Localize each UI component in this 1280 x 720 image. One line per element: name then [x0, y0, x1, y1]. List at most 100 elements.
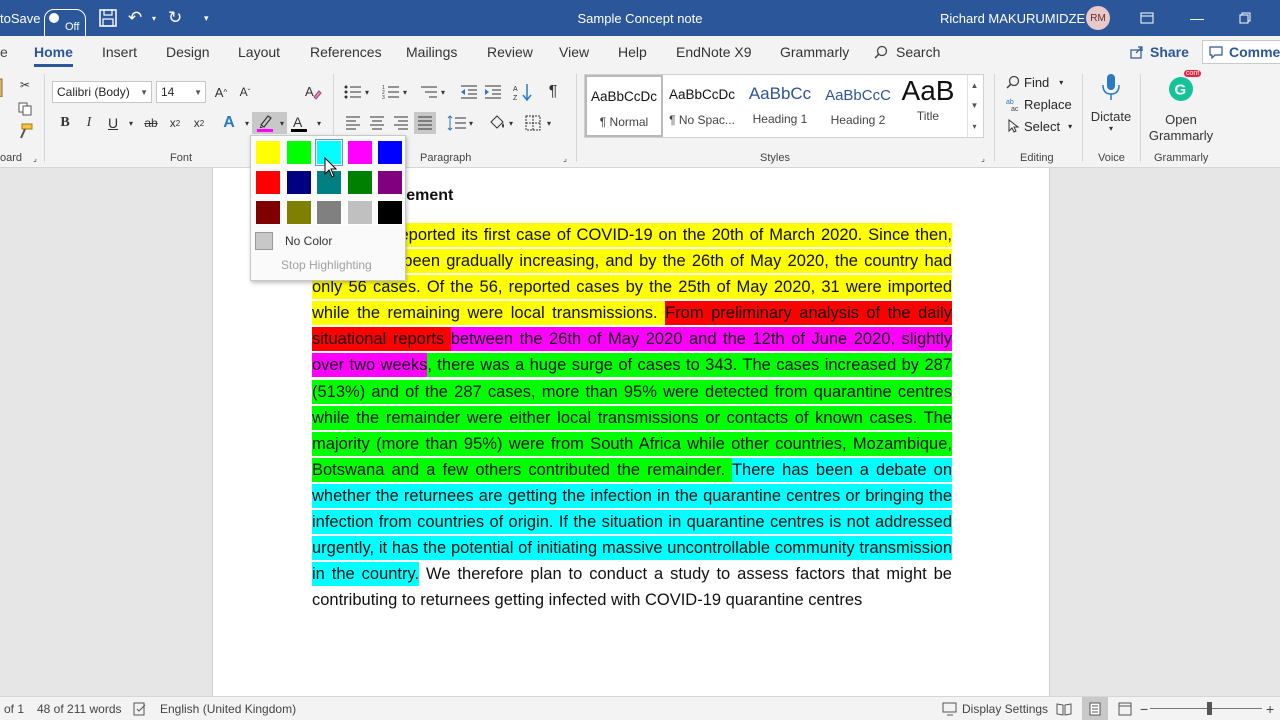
save-icon[interactable] — [98, 0, 118, 36]
select-button[interactable]: Select ▾ — [1006, 116, 1072, 136]
highlight-swatch[interactable] — [285, 170, 312, 195]
decrease-indent-icon[interactable] — [458, 81, 480, 103]
comments-button[interactable]: Commen — [1202, 40, 1280, 64]
zoom-out-icon[interactable]: − — [1140, 697, 1148, 720]
ribbon-display-icon[interactable] — [1132, 0, 1162, 36]
redo-icon[interactable]: ↻ — [168, 0, 182, 36]
increase-indent-icon[interactable] — [482, 81, 504, 103]
bold-icon[interactable]: B — [54, 112, 76, 134]
style-heading-1[interactable]: AaBbCc Heading 1 — [741, 75, 819, 137]
highlight-swatch[interactable] — [285, 140, 312, 165]
tab-endnote[interactable]: EndNote X9 — [676, 36, 752, 68]
tab-file[interactable]: e — [0, 36, 8, 68]
paragraph-launcher-icon[interactable]: ⌟ — [560, 152, 570, 164]
read-mode-icon[interactable] — [1056, 697, 1072, 720]
tab-help[interactable]: Help — [618, 36, 647, 68]
avatar[interactable]: RM — [1086, 6, 1110, 30]
tab-references[interactable]: References — [310, 36, 382, 68]
body-paragraph[interactable]: Zimbabwe reported its first case of COVI… — [312, 222, 953, 613]
font-size-combo[interactable]: 14 ▼ — [156, 81, 206, 103]
font-name-combo[interactable]: Calibri (Body) ▼ — [52, 81, 152, 103]
paste-icon[interactable] — [0, 76, 6, 98]
style-normal[interactable]: AaBbCcDc ¶ Normal — [585, 75, 663, 137]
numbering-icon[interactable]: 123 — [380, 81, 402, 103]
multilevel-list-icon[interactable] — [418, 81, 440, 103]
undo-dropdown-icon[interactable]: ▾ — [152, 0, 156, 36]
tab-home[interactable]: Home — [34, 36, 73, 68]
align-center-icon[interactable] — [366, 112, 388, 134]
shading-icon[interactable] — [486, 112, 508, 134]
tab-design[interactable]: Design — [166, 36, 210, 68]
highlight-swatch[interactable] — [377, 200, 403, 225]
shading-dropdown-icon[interactable]: ▾ — [506, 112, 516, 134]
superscript-icon[interactable]: x2 — [188, 112, 210, 134]
word-count[interactable]: 48 of 211 words — [37, 697, 122, 720]
customize-qat-icon[interactable]: ▾ — [204, 0, 209, 36]
tab-mailings[interactable]: Mailings — [406, 36, 457, 68]
zoom-in-icon[interactable]: + — [1266, 697, 1274, 720]
tab-grammarly[interactable]: Grammarly — [780, 36, 849, 68]
minimize-icon[interactable]: — — [1182, 0, 1212, 36]
highlight-swatch[interactable] — [285, 200, 312, 225]
tab-view[interactable]: View — [559, 36, 589, 68]
bullets-dropdown-icon[interactable]: ▾ — [362, 81, 372, 103]
language-indicator[interactable]: English (United Kingdom) — [160, 697, 296, 720]
highlight-swatch[interactable] — [346, 140, 373, 165]
proofing-icon[interactable] — [133, 697, 147, 720]
highlight-dropdown-icon[interactable]: ▾ — [277, 112, 287, 134]
share-button[interactable]: Share — [1122, 40, 1197, 64]
highlight-swatch[interactable] — [377, 140, 403, 165]
strikethrough-icon[interactable]: ab — [140, 112, 162, 134]
zoom-slider-thumb[interactable] — [1207, 702, 1212, 715]
styles-launcher-icon[interactable]: ⌟ — [978, 152, 988, 164]
grow-font-icon[interactable]: A ^ — [210, 81, 232, 103]
highlight-swatch[interactable] — [255, 140, 281, 165]
numbering-dropdown-icon[interactable]: ▾ — [400, 81, 410, 103]
undo-icon[interactable]: ↶ — [128, 0, 142, 36]
print-layout-icon[interactable] — [1082, 697, 1108, 720]
borders-dropdown-icon[interactable]: ▾ — [544, 112, 554, 134]
user-name[interactable]: Richard MAKURUMIDZE — [940, 0, 1085, 36]
highlight-swatch[interactable] — [316, 200, 342, 225]
justify-icon[interactable] — [414, 112, 436, 134]
tab-review[interactable]: Review — [487, 36, 533, 68]
cut-icon[interactable]: ✂ — [14, 74, 36, 96]
web-layout-icon[interactable] — [1118, 697, 1132, 720]
sort-icon[interactable]: AZ — [512, 81, 534, 103]
copy-icon[interactable] — [14, 98, 36, 120]
clipboard-launcher-icon[interactable]: ⌟ — [30, 152, 40, 164]
dictate-button[interactable]: Dictate ▾ — [1088, 72, 1134, 133]
subscript-icon[interactable]: x2 — [164, 112, 186, 134]
style-heading-2[interactable]: AaBbCcC Heading 2 — [819, 75, 897, 137]
page-count[interactable]: of 1 — [4, 697, 24, 720]
highlight-icon[interactable] — [252, 112, 278, 134]
align-left-icon[interactable] — [342, 112, 364, 134]
tell-me-search[interactable]: Search — [874, 36, 940, 68]
tab-insert[interactable]: Insert — [102, 36, 137, 68]
bullets-icon[interactable] — [342, 81, 364, 103]
highlight-swatch[interactable] — [346, 200, 373, 225]
multilevel-dropdown-icon[interactable]: ▾ — [438, 81, 448, 103]
find-button[interactable]: Find ▾ — [1006, 72, 1063, 92]
replace-button[interactable]: ab ac Replace — [1006, 94, 1072, 114]
underline-dropdown-icon[interactable]: ▾ — [120, 112, 142, 134]
style-title[interactable]: AaB Title — [897, 75, 959, 137]
styles-scroll[interactable]: ▲ ▼ ▾ — [967, 75, 981, 137]
font-color-dropdown-icon[interactable]: ▾ — [308, 112, 330, 134]
display-settings-button[interactable]: Display Settings — [942, 697, 1048, 720]
italic-icon[interactable]: I — [78, 112, 100, 134]
highlight-swatch[interactable] — [255, 170, 281, 195]
line-spacing-dropdown-icon[interactable]: ▾ — [466, 112, 476, 134]
zoom-slider[interactable] — [1150, 708, 1262, 709]
font-color-icon[interactable]: A — [288, 112, 310, 134]
tab-layout[interactable]: Layout — [238, 36, 280, 68]
line-spacing-icon[interactable] — [446, 112, 468, 134]
borders-icon[interactable] — [522, 112, 544, 134]
show-formatting-icon[interactable]: ¶ — [542, 81, 564, 103]
style-no-spacing[interactable]: AaBbCcDc ¶ No Spac... — [663, 75, 741, 137]
open-grammarly-button[interactable]: G conf Open Grammarly — [1146, 70, 1216, 144]
highlight-swatch[interactable] — [346, 170, 373, 195]
highlight-swatch[interactable] — [255, 200, 281, 225]
align-right-icon[interactable] — [390, 112, 412, 134]
restore-icon[interactable] — [1230, 0, 1260, 36]
